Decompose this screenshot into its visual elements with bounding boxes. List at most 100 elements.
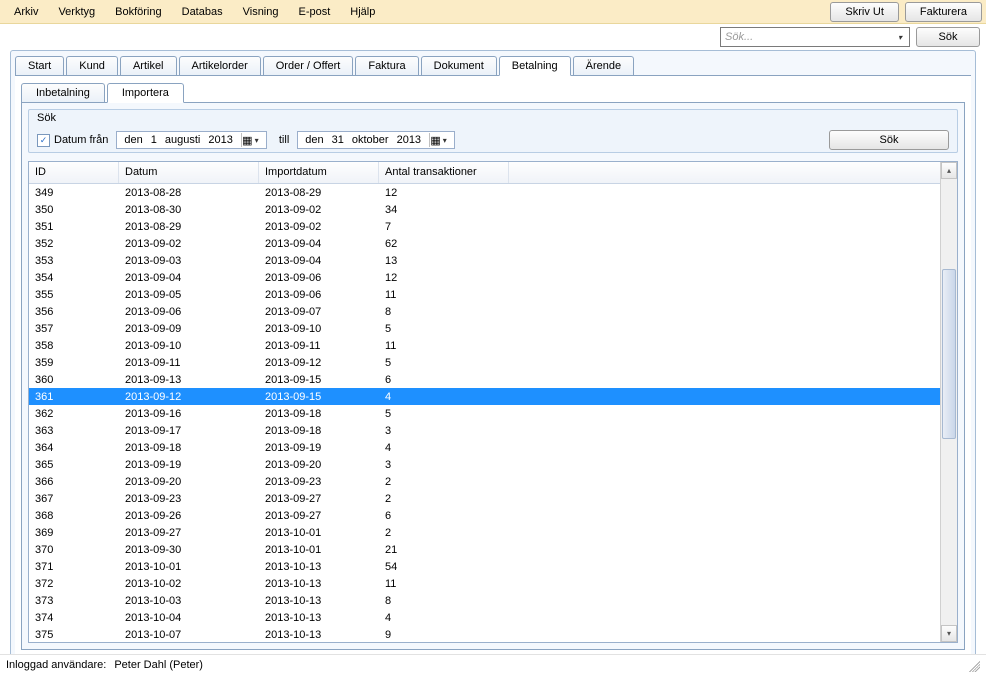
- cell: 355: [29, 289, 119, 301]
- table-row[interactable]: 3632013-09-172013-09-183: [29, 422, 940, 439]
- cell: 352: [29, 238, 119, 250]
- menu-databas[interactable]: Databas: [172, 3, 233, 21]
- tab-artikel[interactable]: Artikel: [120, 56, 177, 76]
- cell: 2013-09-17: [119, 425, 259, 437]
- tab-artikelorder[interactable]: Artikelorder: [179, 56, 261, 76]
- table-row[interactable]: 3552013-09-052013-09-0611: [29, 286, 940, 303]
- cell: 2013-09-02: [259, 221, 379, 233]
- cell: 371: [29, 561, 119, 573]
- table-row[interactable]: 3722013-10-022013-10-1311: [29, 575, 940, 592]
- menubar: ArkivVerktygBokföringDatabasVisningE-pos…: [0, 0, 986, 24]
- calendar-icon[interactable]: ▦: [241, 133, 259, 147]
- cell: 2013-08-30: [119, 204, 259, 216]
- date-from-input[interactable]: den 1 augusti 2013 ▦: [116, 131, 266, 149]
- import-grid: ID Datum Importdatum Antal transaktioner…: [28, 161, 958, 643]
- tab-faktura[interactable]: Faktura: [355, 56, 418, 76]
- cell: 54: [379, 561, 509, 573]
- tab-betalning[interactable]: Betalning: [499, 56, 571, 76]
- table-row[interactable]: 3702013-09-302013-10-0121: [29, 541, 940, 558]
- scroll-up-icon[interactable]: ▴: [941, 162, 957, 179]
- menu-bokföring[interactable]: Bokföring: [105, 3, 171, 21]
- table-row[interactable]: 3732013-10-032013-10-138: [29, 592, 940, 609]
- table-row[interactable]: 3512013-08-292013-09-027: [29, 218, 940, 235]
- column-header-antal[interactable]: Antal transaktioner: [379, 162, 509, 183]
- cell: 2013-08-28: [119, 187, 259, 199]
- cell: 374: [29, 612, 119, 624]
- cell: 8: [379, 306, 509, 318]
- table-row[interactable]: 3602013-09-132013-09-156: [29, 371, 940, 388]
- cell: 13: [379, 255, 509, 267]
- table-row[interactable]: 3572013-09-092013-09-105: [29, 320, 940, 337]
- table-row[interactable]: 3522013-09-022013-09-0462: [29, 235, 940, 252]
- table-row[interactable]: 3692013-09-272013-10-012: [29, 524, 940, 541]
- menu-hjälp[interactable]: Hjälp: [340, 3, 385, 21]
- table-row[interactable]: 3492013-08-282013-08-2912: [29, 184, 940, 201]
- table-row[interactable]: 3592013-09-112013-09-125: [29, 354, 940, 371]
- table-row[interactable]: 3622013-09-162013-09-185: [29, 405, 940, 422]
- scroll-down-icon[interactable]: ▾: [941, 625, 957, 642]
- cell: 353: [29, 255, 119, 267]
- cell: 370: [29, 544, 119, 556]
- cell: 358: [29, 340, 119, 352]
- cell: 2013-09-10: [259, 323, 379, 335]
- subtab-inbetalning[interactable]: Inbetalning: [21, 83, 105, 103]
- cell: 365: [29, 459, 119, 471]
- cell: 364: [29, 442, 119, 454]
- cell: 2013-09-27: [259, 493, 379, 505]
- cell: 2013-09-23: [119, 493, 259, 505]
- table-row[interactable]: 3542013-09-042013-09-0612: [29, 269, 940, 286]
- grid-scrollbar[interactable]: ▴ ▾: [940, 162, 957, 642]
- chevron-down-icon[interactable]: ▾: [893, 30, 907, 44]
- calendar-icon[interactable]: ▦: [429, 133, 447, 147]
- cell: 372: [29, 578, 119, 590]
- search-button[interactable]: Sök: [829, 130, 949, 150]
- table-row[interactable]: 3562013-09-062013-09-078: [29, 303, 940, 320]
- tab--rende[interactable]: Ärende: [573, 56, 634, 76]
- search-panel-title: Sök: [37, 112, 56, 124]
- tab-kund[interactable]: Kund: [66, 56, 118, 76]
- till-label: till: [279, 134, 289, 146]
- tab-order-offert[interactable]: Order / Offert: [263, 56, 354, 76]
- date-from-checkbox[interactable]: ✓: [37, 134, 50, 147]
- table-row[interactable]: 3712013-10-012013-10-1354: [29, 558, 940, 575]
- date-to-input[interactable]: den 31 oktober 2013 ▦: [297, 131, 455, 149]
- print-button[interactable]: Skriv Ut: [830, 2, 899, 22]
- table-row[interactable]: 3742013-10-042013-10-134: [29, 609, 940, 626]
- cell: 2013-09-13: [119, 374, 259, 386]
- tab-dokument[interactable]: Dokument: [421, 56, 497, 76]
- table-row[interactable]: 3612013-09-122013-09-154: [29, 388, 940, 405]
- cell: 349: [29, 187, 119, 199]
- table-row[interactable]: 3752013-10-072013-10-139: [29, 626, 940, 642]
- scroll-thumb[interactable]: [942, 269, 956, 439]
- cell: 5: [379, 408, 509, 420]
- table-row[interactable]: 3662013-09-202013-09-232: [29, 473, 940, 490]
- menu-visning[interactable]: Visning: [233, 3, 289, 21]
- table-row[interactable]: 3652013-09-192013-09-203: [29, 456, 940, 473]
- tab-start[interactable]: Start: [15, 56, 64, 76]
- table-row[interactable]: 3582013-09-102013-09-1111: [29, 337, 940, 354]
- cell: 4: [379, 391, 509, 403]
- status-bar: Inloggad användare: Peter Dahl (Peter): [0, 654, 986, 674]
- column-header-id[interactable]: ID: [29, 162, 119, 183]
- table-row[interactable]: 3682013-09-262013-09-276: [29, 507, 940, 524]
- menu-verktyg[interactable]: Verktyg: [48, 3, 105, 21]
- cell: 2013-09-02: [259, 204, 379, 216]
- cell: 21: [379, 544, 509, 556]
- resize-grip-icon[interactable]: [966, 658, 980, 672]
- column-header-datum[interactable]: Datum: [119, 162, 259, 183]
- global-search-input[interactable]: Sök... ▾: [720, 27, 910, 47]
- menu-e-post[interactable]: E-post: [289, 3, 341, 21]
- invoice-button[interactable]: Fakturera: [905, 2, 982, 22]
- cell: 3: [379, 459, 509, 471]
- table-row[interactable]: 3642013-09-182013-09-194: [29, 439, 940, 456]
- table-row[interactable]: 3672013-09-232013-09-272: [29, 490, 940, 507]
- global-search-button[interactable]: Sök: [916, 27, 980, 47]
- subtab-importera[interactable]: Importera: [107, 83, 184, 103]
- menu-arkiv[interactable]: Arkiv: [4, 3, 48, 21]
- cell: 11: [379, 578, 509, 590]
- cell: 12: [379, 272, 509, 284]
- scroll-track[interactable]: [941, 179, 957, 625]
- table-row[interactable]: 3532013-09-032013-09-0413: [29, 252, 940, 269]
- column-header-import[interactable]: Importdatum: [259, 162, 379, 183]
- table-row[interactable]: 3502013-08-302013-09-0234: [29, 201, 940, 218]
